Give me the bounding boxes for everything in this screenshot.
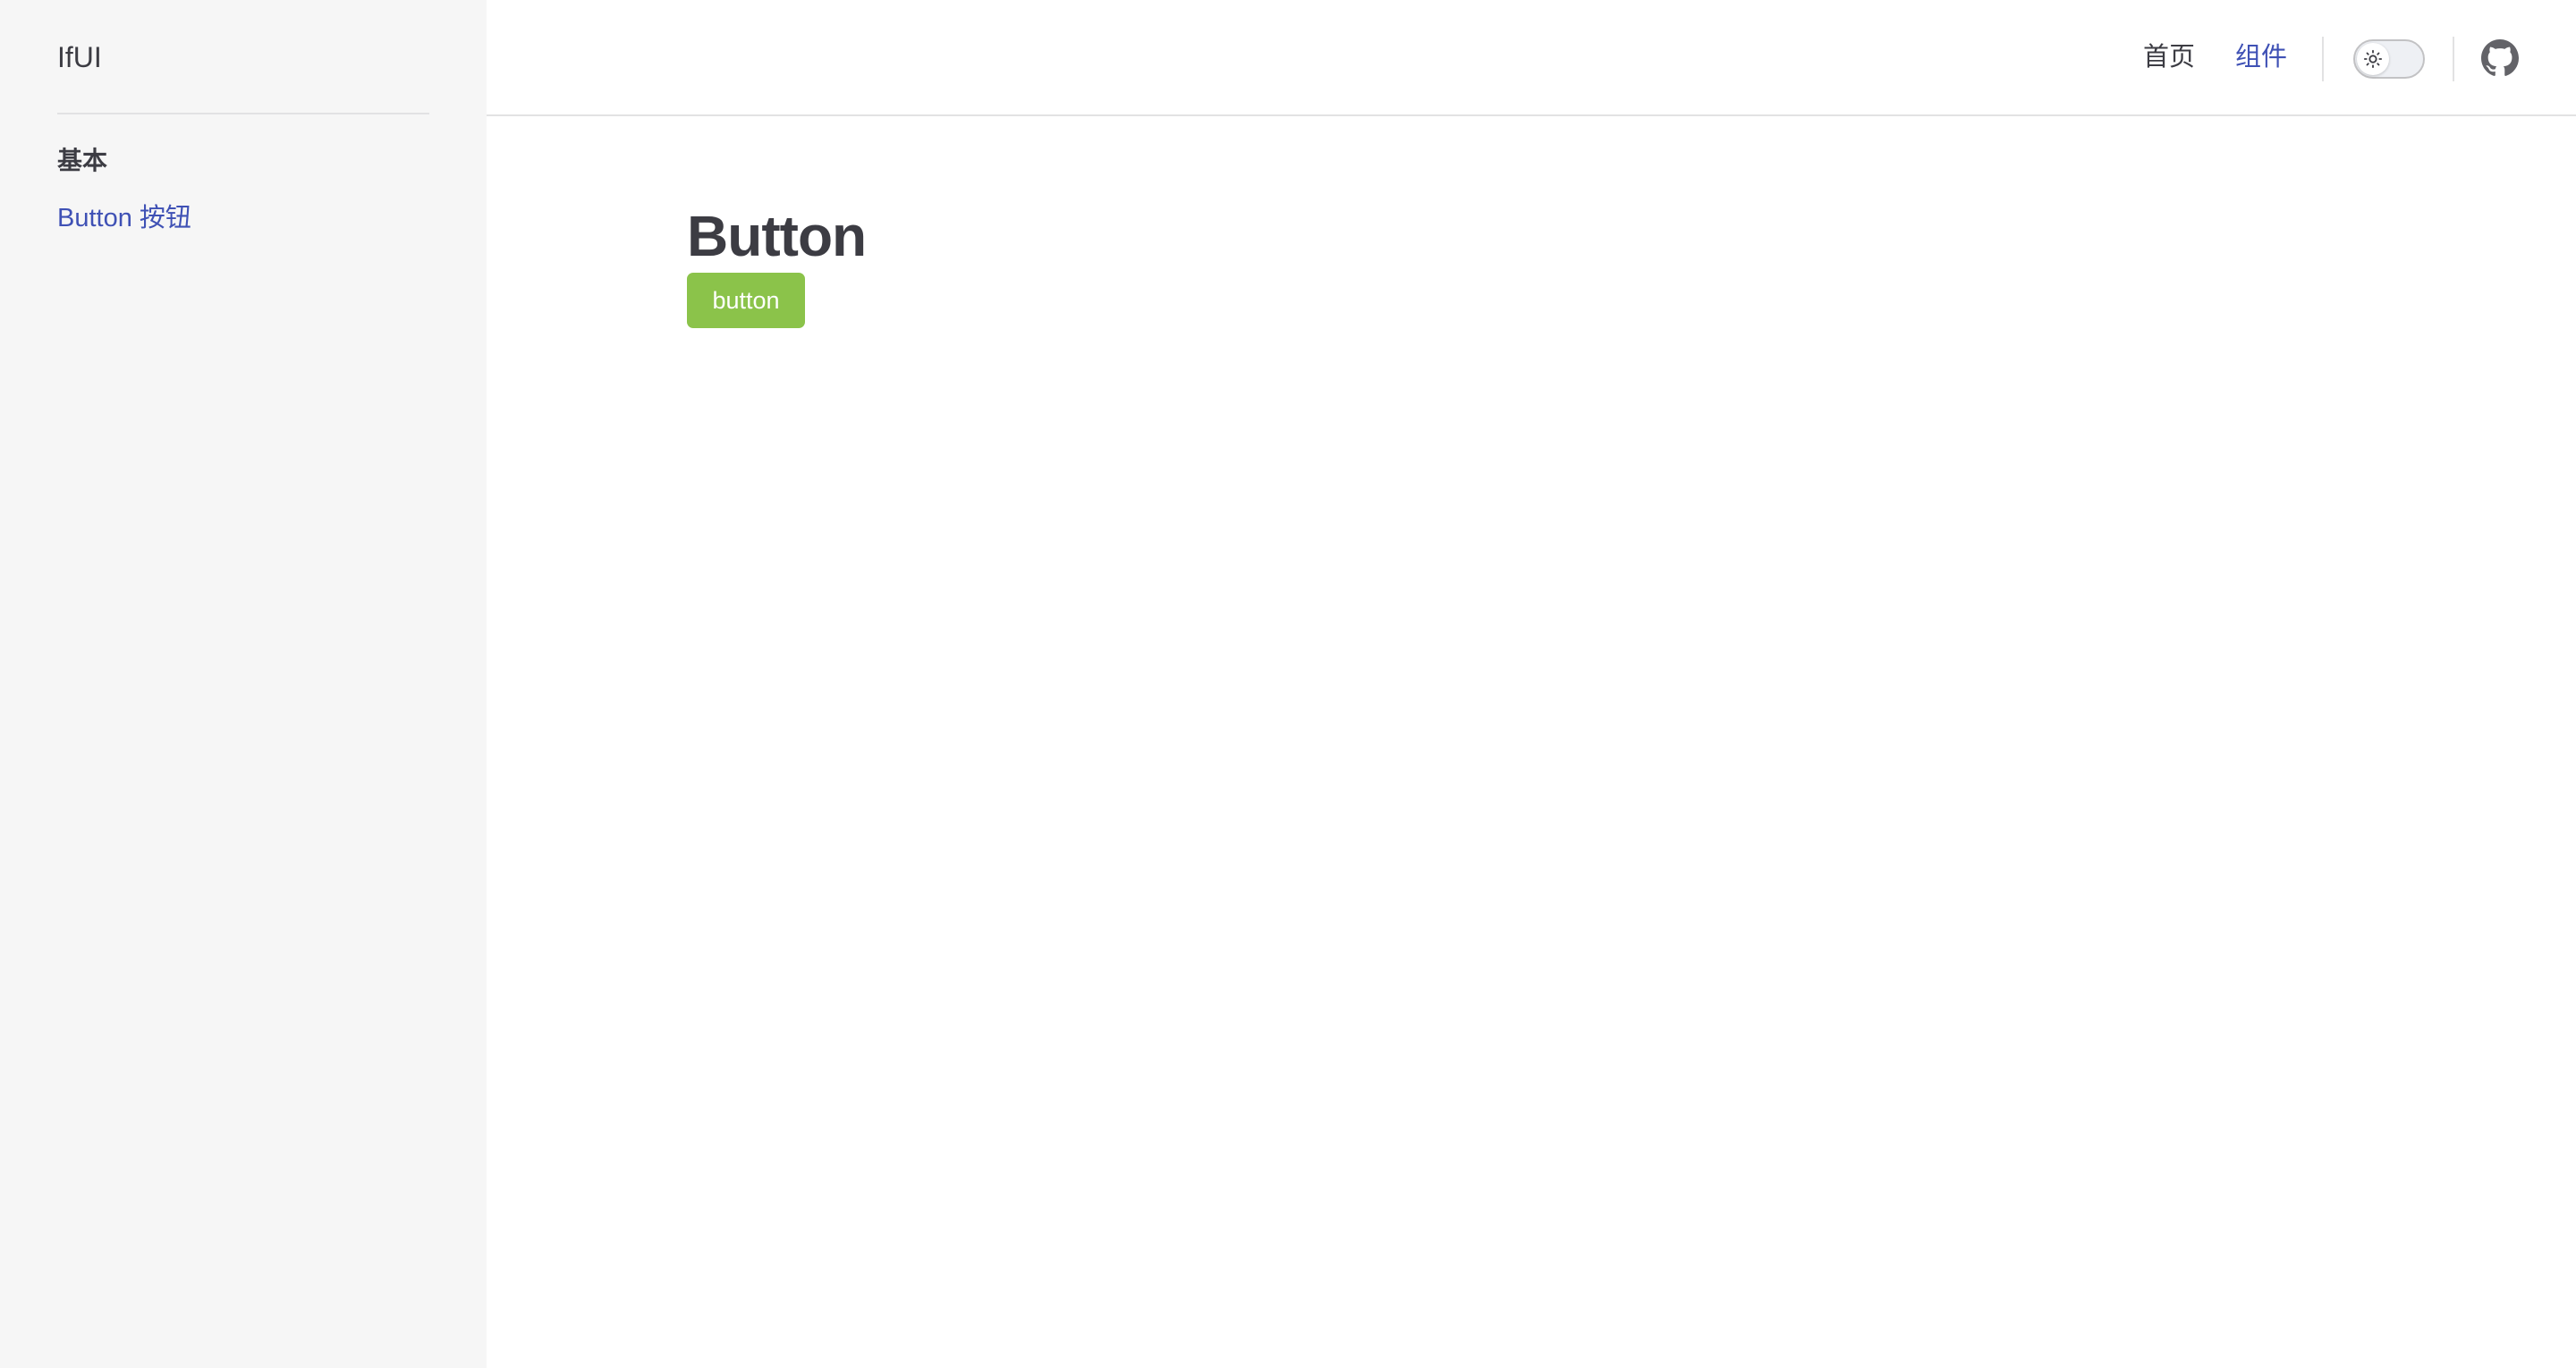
nav-divider xyxy=(2453,37,2454,81)
sidebar-divider xyxy=(57,113,429,114)
nav-home[interactable]: 首页 xyxy=(2143,39,2195,75)
demo-button[interactable]: button xyxy=(687,273,805,328)
nav-divider xyxy=(2322,37,2324,81)
logo[interactable]: IfUI xyxy=(57,36,102,79)
nav-components[interactable]: 组件 xyxy=(2235,39,2287,75)
sidebar-item-button[interactable]: Button 按钮 xyxy=(57,200,191,236)
sidebar-group-title: 基本 xyxy=(57,147,108,174)
page-title: Button xyxy=(687,204,867,268)
sun-icon xyxy=(2357,43,2389,75)
github-icon[interactable] xyxy=(2481,39,2519,77)
theme-toggle[interactable] xyxy=(2353,39,2425,79)
sidebar: IfUI 基本 Button 按钮 xyxy=(0,0,487,1368)
